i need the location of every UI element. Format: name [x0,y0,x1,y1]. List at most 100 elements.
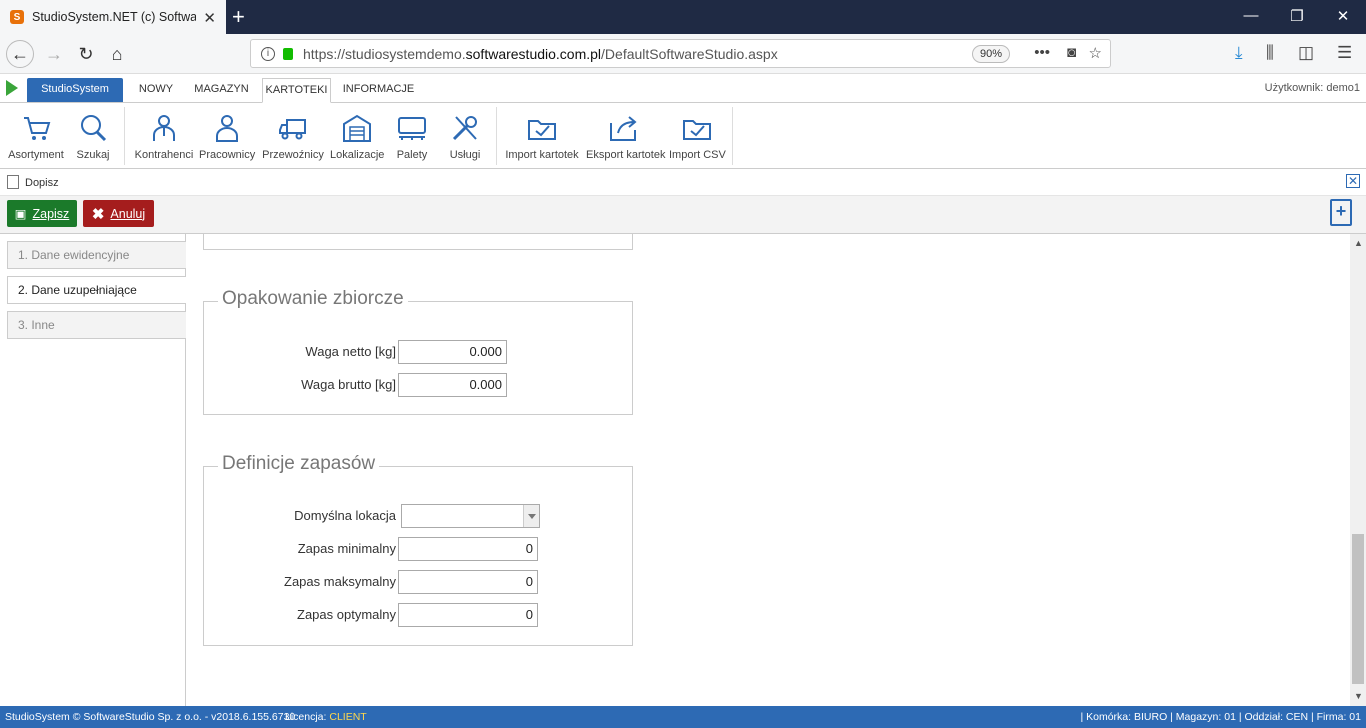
close-tab-icon[interactable]: ✕ [203,9,216,27]
kontrahenci-button[interactable]: Kontrahenci [134,107,194,165]
form-content: Opakowanie zbiorcze Waga netto [kg] 0.00… [186,234,1350,706]
back-button[interactable]: ← [6,40,34,68]
restore-icon[interactable]: ❐ [1287,7,1307,25]
info-icon[interactable]: i [261,46,275,61]
bookmark-star-icon[interactable]: ☆ [1089,44,1102,62]
scroll-up-icon[interactable]: ▲ [1354,238,1363,248]
menu-icon[interactable]: ☰ [1337,43,1352,63]
lock-icon [283,47,293,60]
zapas-maksymalny-input[interactable]: 0 [398,570,538,594]
zapas-optymalny-input[interactable]: 0 [398,603,538,627]
zapas-optymalny-label: Zapas optymalny [297,607,396,622]
window-close-icon[interactable]: ✕ [1333,7,1353,25]
import-kartotek-label: Import kartotek [505,149,579,161]
more-actions-icon[interactable]: ••• [1034,44,1050,61]
palety-button[interactable]: Palety [390,107,434,165]
ribbon-separator [124,107,125,165]
save-button[interactable]: ▣ Zapisz [7,200,77,227]
eksport-kartotek-button[interactable]: Eksport kartotek [586,107,665,165]
home-button[interactable]: ⌂ [103,40,131,68]
url-text: https://studiosystemdemo.softwarestudio.… [303,45,778,62]
legend-opakowanie: Opakowanie zbiorcze [218,288,408,310]
lokalizacje-button[interactable]: Lokalizacje [330,107,384,165]
browser-titlebar: S StudioSystem.NET (c) Software ✕ + — ❐ … [0,0,1366,34]
new-document-icon[interactable]: + [1330,199,1352,226]
close-form-icon[interactable]: ✕ [1346,174,1360,188]
domyslna-lokacja-label: Domyślna lokacja [294,508,396,523]
zapas-minimalny-input[interactable]: 0 [398,537,538,561]
ribbon: Asortyment Szukaj Kontrahenci Pracownicy… [0,103,1366,169]
status-copyright: StudioSystem © SoftwareStudio Sp. z o.o.… [5,711,296,723]
przewoznicy-label: Przewoźnicy [262,149,324,161]
floppy-icon: ▣ [14,207,27,221]
cart-icon [6,107,66,143]
import-csv-button[interactable]: Import CSV [669,107,726,165]
forward-button[interactable]: → [40,40,68,68]
asortyment-button[interactable]: Asortyment [6,107,66,165]
new-tab-button[interactable]: + [232,4,245,30]
waga-netto-input[interactable]: 0.000 [398,340,507,364]
form-header: Dopisz ✕ [0,172,1366,196]
tab-kartoteki[interactable]: KARTOTEKI [262,78,331,103]
download-icon[interactable]: ⤓ [1235,43,1243,63]
tab-informacje[interactable]: INFORMACJE [341,78,416,103]
folder-import-icon [505,107,579,143]
waga-brutto-label: Waga brutto [kg] [301,377,396,392]
tools-icon [442,107,488,143]
pracownicy-label: Pracownicy [199,149,256,161]
zapas-minimalny-label: Zapas minimalny [297,541,396,556]
waga-netto-label: Waga netto [kg] [305,344,396,359]
scroll-down-icon[interactable]: ▼ [1354,691,1363,701]
chevron-down-icon[interactable] [523,505,539,527]
address-bar[interactable]: i https://studiosystemdemo.softwarestudi… [250,39,1111,68]
legend-zapasy: Definicje zapasów [218,453,380,475]
tab-nowy[interactable]: NOWY [131,78,181,103]
import-csv-label: Import CSV [669,149,726,161]
scroll-thumb[interactable] [1352,534,1364,684]
play-icon[interactable] [6,80,18,96]
tab-magazyn[interactable]: MAGAZYN [190,78,253,103]
row-zapas-optymalny: Zapas optymalny 0 [204,603,634,627]
ribbon-separator [496,107,497,165]
zapas-maksymalny-label: Zapas maksymalny [284,574,396,589]
palety-label: Palety [396,149,428,161]
ribbon-tabs: StudioSystem NOWY MAGAZYN KARTOTEKI INFO… [0,74,1366,103]
pocket-icon[interactable]: ◙ [1067,44,1076,61]
section-dane-ewidencyjne[interactable]: 1. Dane ewidencyjne [7,241,186,269]
tab-studiosystem[interactable]: StudioSystem [27,78,123,102]
cancel-button[interactable]: ✖ Anuluj [83,200,154,227]
section-inne[interactable]: 3. Inne [7,311,186,339]
waga-brutto-input[interactable]: 0.000 [398,373,507,397]
status-bar: StudioSystem © SoftwareStudio Sp. z o.o.… [0,706,1366,728]
user-label: Użytkownik: demo1 [1264,82,1360,94]
ribbon-separator [732,107,733,165]
przewoznicy-button[interactable]: Przewoźnicy [262,107,324,165]
reload-button[interactable]: ↻ [72,40,100,68]
import-kartotek-button[interactable]: Import kartotek [505,107,579,165]
search-icon [70,107,116,143]
fieldset-zapasy: Definicje zapasów Domyślna lokacja Zapas… [203,453,634,646]
form-title: Dopisz [25,177,59,189]
form-toolbar: ▣ Zapisz ✖ Anuluj + [0,196,1366,234]
person-icon [199,107,255,143]
row-domyslna-lokacja: Domyślna lokacja [204,504,634,528]
section-dane-uzupelniajace[interactable]: 2. Dane uzupełniające [7,276,186,304]
szukaj-button[interactable]: Szukaj [70,107,116,165]
folder-export-icon [586,107,662,143]
license-label: Licencja: [285,711,327,723]
library-icon[interactable]: ⫼ [1266,43,1274,63]
browser-navbar: ← → ↻ ⌂ i https://studiosystemdemo.softw… [0,34,1366,74]
zoom-indicator[interactable]: 90% [971,45,1010,63]
vertical-scrollbar[interactable]: ▲ ▼ [1350,234,1366,706]
row-waga-netto: Waga netto [kg] 0.000 [204,340,634,364]
minimize-icon[interactable]: — [1241,7,1261,24]
domyslna-lokacja-select[interactable] [401,504,540,528]
browser-tab[interactable]: S StudioSystem.NET (c) Software ✕ [0,0,226,34]
pallet-icon [390,107,434,143]
previous-fieldset [203,234,633,250]
uslugi-button[interactable]: Usługi [442,107,488,165]
pracownicy-button[interactable]: Pracownicy [199,107,255,165]
form-sections-nav: 1. Dane ewidencyjne 2. Dane uzupełniając… [0,234,186,706]
sidebar-icon[interactable]: ◫ [1298,43,1314,63]
warehouse-icon [330,107,384,143]
